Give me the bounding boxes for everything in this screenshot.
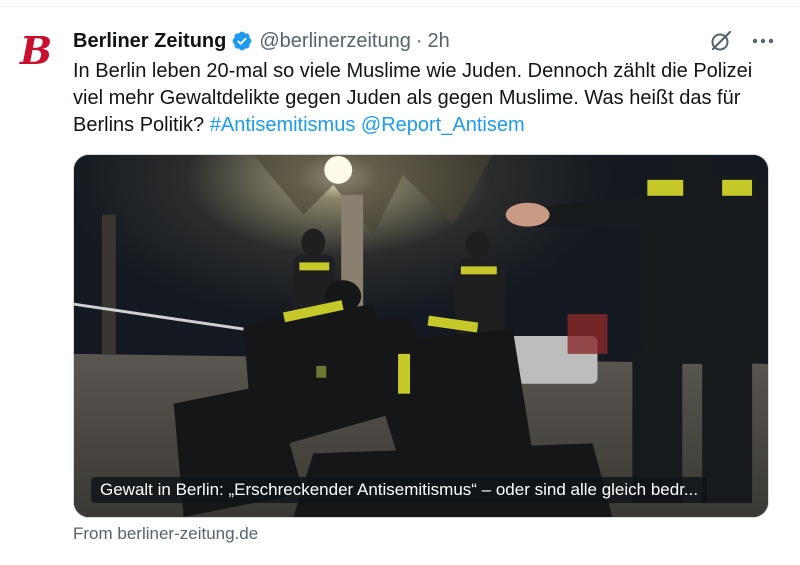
svg-text:B: B <box>19 28 52 72</box>
tweet-actions <box>708 28 776 54</box>
hashtag-link[interactable]: #Antisemitismus <box>210 114 356 136</box>
verified-badge-icon[interactable] <box>231 30 253 52</box>
handle[interactable]: @berlinerzeitung <box>259 30 411 53</box>
tweet-header: Berliner Zeitung @berlinerzeitung · 2h <box>73 27 450 55</box>
card-title[interactable]: Gewalt in Berlin: „Erschreckender Antise… <box>91 477 708 503</box>
card-source[interactable]: From berliner-zeitung.de <box>73 524 258 544</box>
berliner-zeitung-logo: B <box>19 28 52 72</box>
more-options-icon[interactable] <box>750 28 776 54</box>
mention-link[interactable]: @Report_Antisem <box>361 114 525 136</box>
grok-icon[interactable] <box>708 28 734 54</box>
display-name[interactable]: Berliner Zeitung <box>73 30 226 53</box>
tweet-text: In Berlin leben 20-mal so viele Muslime … <box>73 58 773 139</box>
timestamp[interactable]: 2h <box>428 30 450 53</box>
top-divider <box>0 6 800 7</box>
link-card-image[interactable]: Gewalt in Berlin: „Erschreckender Antise… <box>73 154 769 518</box>
separator-dot: · <box>415 29 423 52</box>
avatar[interactable]: B <box>14 28 58 72</box>
news-photo <box>74 155 768 517</box>
